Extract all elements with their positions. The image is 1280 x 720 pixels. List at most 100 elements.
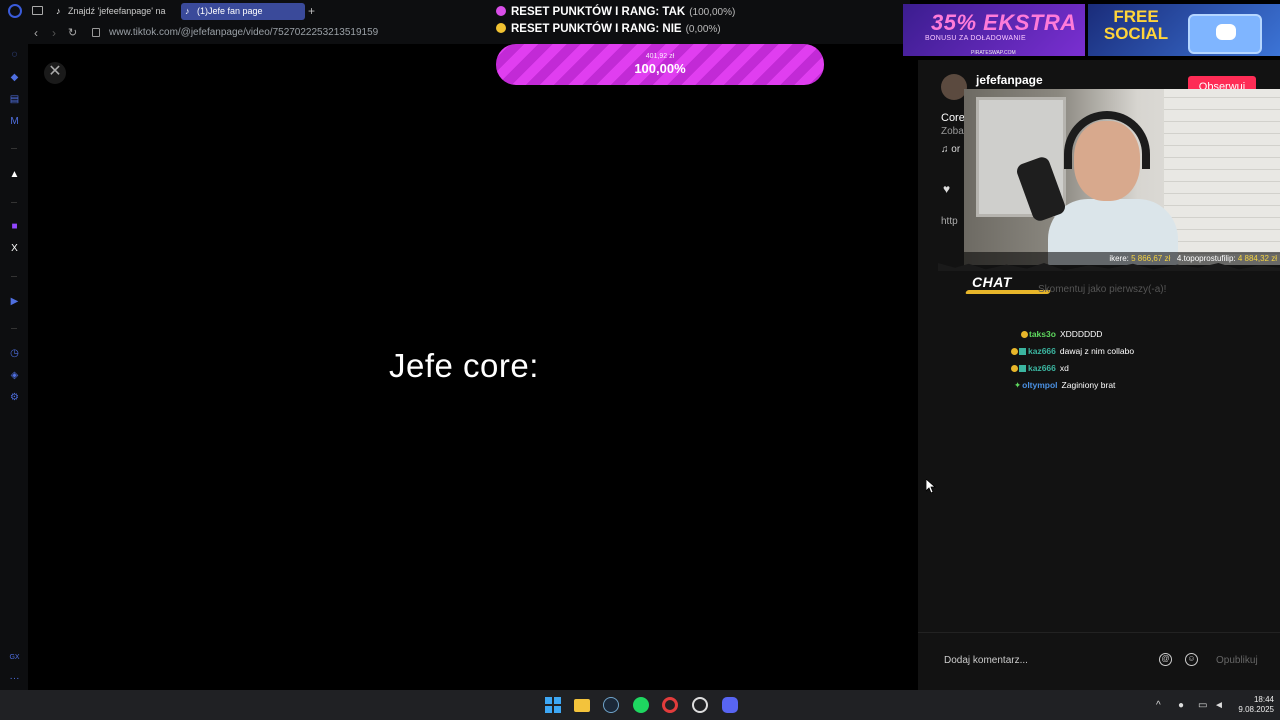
ad-banner-free-social[interactable]: FREE SOCIAL	[1088, 4, 1280, 56]
tray-volume-icon[interactable]: ◄	[1214, 700, 1224, 711]
ticker-amount: 4 884,32 zł	[1237, 254, 1277, 263]
tiktok-icon: ♪	[56, 6, 61, 16]
tab-search[interactable]: ♪ Znajdź 'jefeefanpage' na	[52, 3, 170, 20]
poll-amount: 401,92 zł	[645, 53, 675, 60]
chat-badge-icon	[1011, 364, 1018, 372]
aria-icon[interactable]: ▲	[9, 169, 20, 180]
browser-logo-icon[interactable]	[8, 4, 22, 18]
comment-input[interactable]: Dodaj komentarz...	[944, 655, 1028, 666]
chat-logo: CHAT	[972, 274, 1012, 290]
ad-subtext: BONUSU ZA DOŁADOWANIE	[925, 35, 1026, 42]
poll-option-label: RESET PUNKTÓW I RANG: NIE	[511, 23, 682, 35]
chat-message: kaz666 xd	[1011, 362, 1069, 374]
messenger-icon[interactable]: ◌	[9, 49, 20, 60]
headset-icon	[1064, 111, 1150, 169]
video-caption: Jefe core:	[389, 347, 539, 384]
m-icon[interactable]: M	[9, 116, 20, 127]
chat-text: dawaj z nim collabo	[1059, 346, 1135, 356]
tab-label: (1)Jefe fan page	[197, 6, 263, 16]
gx-icon[interactable]: GX	[9, 652, 20, 663]
tray-mic-icon[interactable]: ●	[1178, 700, 1184, 711]
divider	[11, 202, 17, 203]
tab-active-video[interactable]: ♪ (1)Jefe fan page	[181, 3, 305, 20]
file-explorer-icon[interactable]	[574, 699, 590, 712]
spotify-icon[interactable]	[633, 697, 649, 713]
clock-date: 9.08.2025	[1238, 705, 1274, 714]
ad-banner-pirateswap[interactable]: 35% EKSTRA BONUSU ZA DOŁADOWANIE PIRATES…	[903, 4, 1085, 56]
wallet-icon[interactable]: ▤	[9, 94, 20, 105]
player-icon[interactable]: ▶	[9, 296, 20, 307]
tiktok-icon: ♪	[185, 6, 190, 16]
webcam-overlay: ikere: 5 866,67 zł 4.topoprostufilip: 4 …	[964, 89, 1280, 265]
tray-chevron-icon[interactable]: ^	[1156, 700, 1161, 711]
emoji-icon[interactable]: ☺	[1185, 653, 1198, 666]
windows-start-icon[interactable]	[545, 697, 561, 713]
chat-sub-badge-icon	[1019, 347, 1026, 355]
post-comment-button[interactable]: Opublikuj	[1216, 655, 1258, 666]
chat-badge-icon	[1011, 347, 1018, 355]
music-link[interactable]: ♫ or	[941, 144, 960, 155]
extensions-icon[interactable]: ◈	[9, 370, 20, 381]
url-field[interactable]: www.tiktok.com/@jefefanpage/video/752702…	[109, 26, 378, 40]
tray-network-icon[interactable]: ▭	[1198, 700, 1207, 711]
ad-brand: PIRATESWAP.COM	[971, 50, 1016, 56]
webcam-brick-wall	[1164, 89, 1280, 265]
heart-icon[interactable]: ♥	[943, 182, 950, 196]
donation-ticker: ikere: 5 866,67 zł 4.topoprostufilip: 4 …	[964, 252, 1280, 265]
chat-message: taks3o XDDDDDD	[1021, 328, 1102, 340]
chat-user: oltympol	[1022, 380, 1058, 390]
settings-gear-icon[interactable]: ⚙	[9, 392, 20, 403]
forward-icon[interactable]: ›	[52, 25, 56, 41]
chat-text: xd	[1059, 363, 1069, 373]
discord-icon[interactable]	[722, 697, 738, 713]
divider	[11, 148, 17, 149]
mention-icon[interactable]: @	[1159, 653, 1172, 666]
history-icon[interactable]: ◷	[9, 348, 20, 359]
chat-user: kaz666	[1028, 346, 1056, 356]
chat-message: kaz666 dawaj z nim collabo	[1011, 345, 1134, 357]
post-subtitle[interactable]: Zoba	[941, 126, 964, 137]
chat-message: ✦oltympol Zaginiony brat	[1014, 379, 1115, 391]
more-icon[interactable]: ···	[9, 673, 20, 684]
steam-icon[interactable]	[603, 697, 619, 713]
copy-link-field[interactable]: http	[941, 216, 958, 227]
opera-gx-icon[interactable]	[662, 697, 678, 713]
chat-sub-badge-icon	[1019, 364, 1026, 372]
app-icon[interactable]	[692, 697, 708, 713]
discord-logo-icon	[1216, 24, 1236, 40]
x-icon[interactable]: X	[9, 243, 20, 254]
ad-headline: 35% EKSTRA	[931, 10, 1077, 35]
workspaces-icon[interactable]	[32, 6, 43, 15]
poll-option-percent: (100,00%)	[689, 7, 736, 18]
twitch-icon[interactable]: ■	[9, 221, 20, 232]
close-video-button[interactable]: ✕	[44, 62, 66, 84]
divider	[11, 276, 17, 277]
poll-option-no: RESET PUNKTÓW I RANG: NIE (0,00%)	[496, 21, 826, 38]
back-icon[interactable]: ‹	[34, 25, 38, 41]
author-name[interactable]: jefefanpage	[976, 73, 1043, 87]
poll-option-yes: RESET PUNKTÓW I RANG: TAK (100,00%)	[496, 4, 826, 21]
taskbar-clock[interactable]: 18:44 9.08.2025	[1236, 695, 1274, 715]
poll-dot-icon	[496, 23, 506, 33]
clock-time: 18:44	[1253, 695, 1274, 704]
post-title: Core	[941, 112, 965, 124]
bag-icon[interactable]: ◆	[9, 72, 20, 83]
lock-icon	[92, 28, 100, 37]
poll-overlay: RESET PUNKTÓW I RANG: TAK (100,00%) RESET…	[496, 4, 826, 38]
ticker-name: ikere:	[1109, 254, 1129, 263]
divider	[11, 328, 17, 329]
chat-star-icon: ✦	[1014, 380, 1022, 390]
chat-user: taks3o	[1029, 329, 1056, 339]
poll-option-percent: (0,00%)	[685, 24, 721, 35]
ticker-amount: 5 866,67 zł	[1131, 254, 1171, 263]
chat-user: kaz666	[1028, 363, 1056, 373]
comments-empty-text: Skomentuj jako pierwszy(-a)!	[1038, 284, 1167, 295]
reload-icon[interactable]: ↻	[68, 25, 77, 41]
chat-badge-icon	[1021, 330, 1028, 338]
poll-option-label: RESET PUNKTÓW I RANG: TAK	[511, 6, 686, 18]
ticker-name: 4.topoprostufilip:	[1176, 254, 1236, 263]
poll-progress-label: 100,00%	[634, 61, 686, 76]
poll-dot-icon	[496, 6, 506, 16]
poll-progress-bar: 401,92 zł 100,00%	[496, 44, 824, 85]
new-tab-button[interactable]: +	[308, 3, 315, 19]
